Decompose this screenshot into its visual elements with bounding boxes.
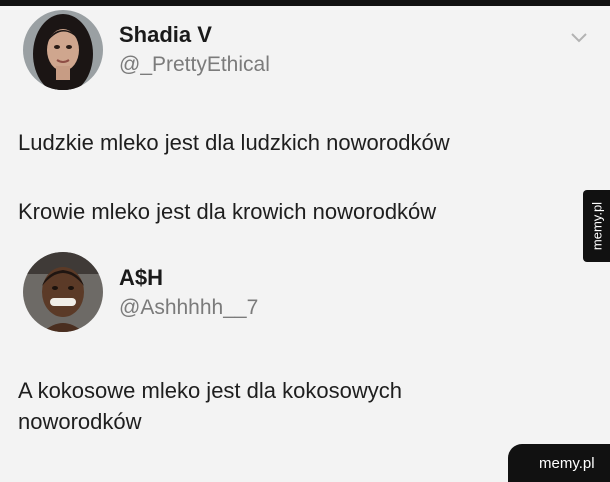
tweet-text-line: Krowie mleko jest dla krowich noworodków xyxy=(18,199,437,224)
tweet-text-line: Ludzkie mleko jest dla ludzkich noworodk… xyxy=(18,130,450,155)
avatar[interactable] xyxy=(23,252,103,332)
chevron-down-icon[interactable] xyxy=(568,28,590,46)
corner-watermark: memy.pl xyxy=(508,444,610,482)
avatar[interactable] xyxy=(23,10,103,90)
display-name[interactable]: Shadia V xyxy=(119,22,212,48)
tweet-text-line: noworodków xyxy=(18,409,142,434)
corner-watermark-label: memy.pl xyxy=(539,455,595,472)
tweet-text-line: A kokosowe mleko jest dla kokosowych xyxy=(18,378,402,403)
display-name[interactable]: A$H xyxy=(119,265,163,291)
tweet-shadia: Shadia V @_PrettyEthical Ludzkie mleko j… xyxy=(0,6,610,238)
side-watermark-label: memy.pl xyxy=(589,201,604,251)
avatar-photo-man xyxy=(23,252,103,332)
user-handle[interactable]: @Ashhhhh__7 xyxy=(119,296,258,320)
avatar-photo-woman xyxy=(23,10,103,90)
side-watermark: memy.pl xyxy=(583,190,610,262)
user-handle[interactable]: @_PrettyEthical xyxy=(119,53,270,77)
